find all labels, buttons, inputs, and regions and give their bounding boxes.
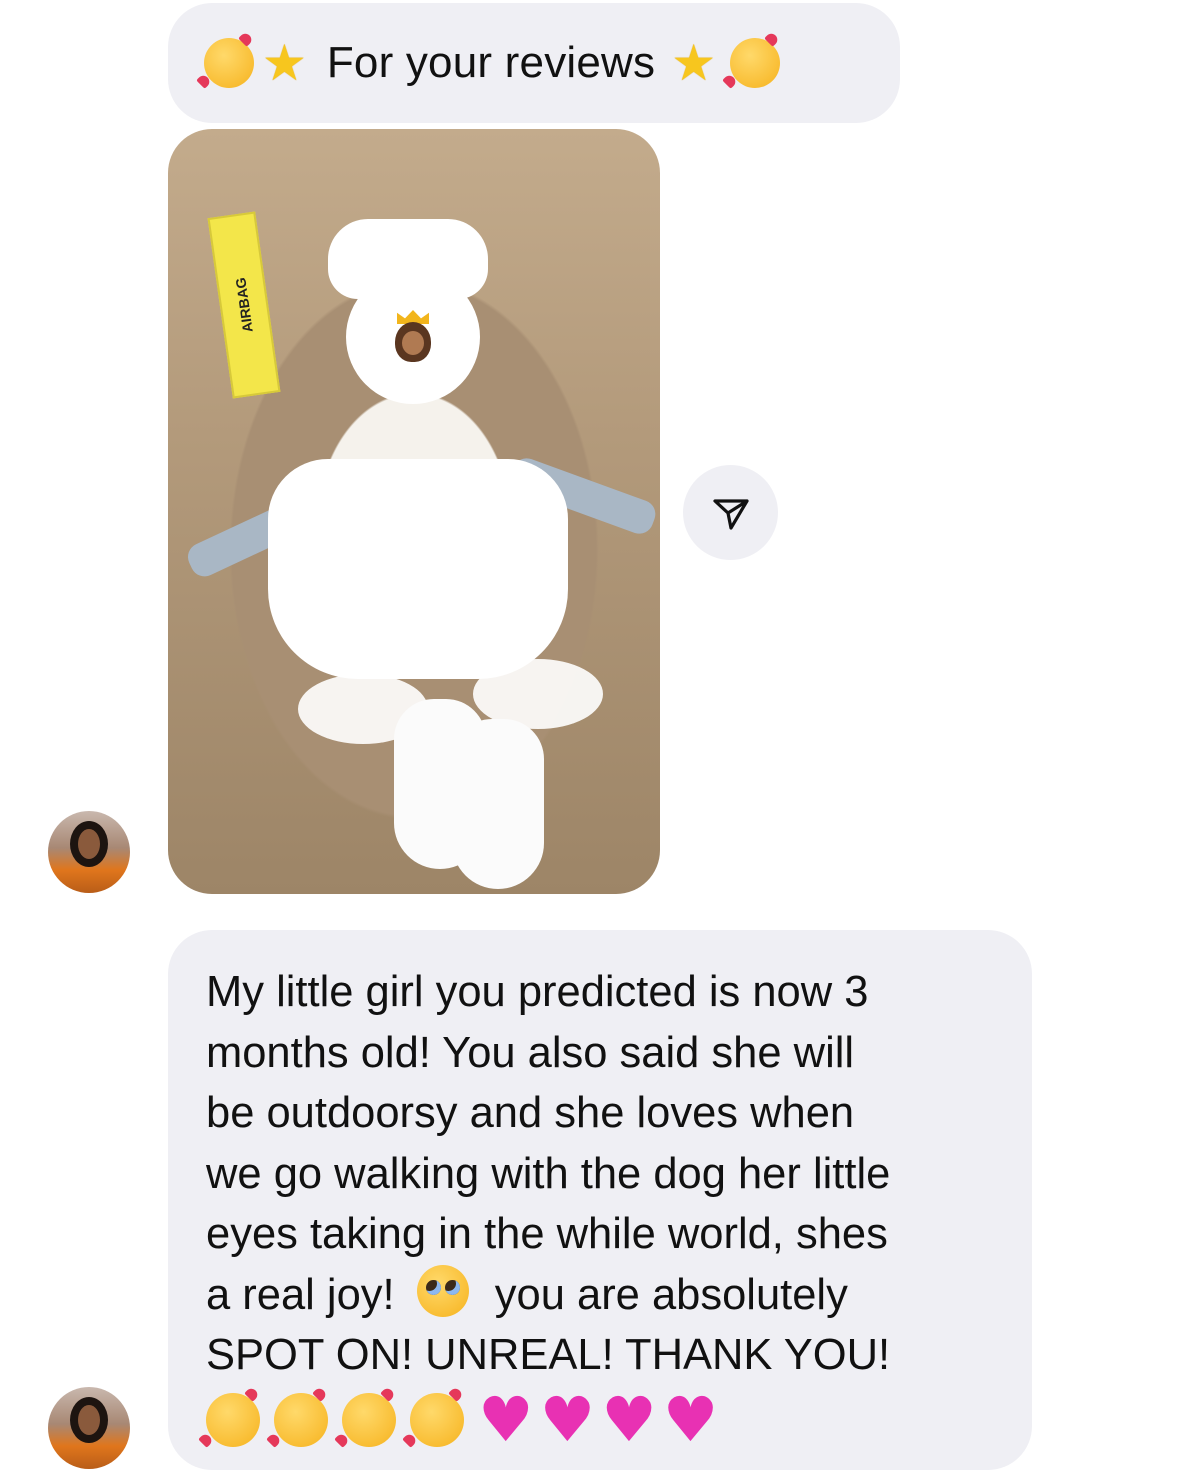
star-icon: ★ bbox=[262, 34, 307, 92]
emoji-row: ♥ ♥ ♥ ♥ bbox=[206, 1388, 996, 1452]
smiling-face-with-hearts-icon bbox=[730, 38, 781, 88]
smiling-face-with-hearts-icon bbox=[410, 1392, 464, 1447]
baby-sock bbox=[452, 719, 544, 889]
message-line-with-emoji: a real joy! you are absolutely bbox=[206, 1264, 996, 1326]
pink-heart-icon: ♥ bbox=[539, 1382, 596, 1456]
message-line: we go walking with the dog her little bbox=[206, 1149, 891, 1198]
paper-plane-icon bbox=[712, 498, 749, 530]
smiling-face-with-hearts-icon bbox=[274, 1392, 328, 1447]
message-text: For your reviews bbox=[326, 38, 656, 87]
message-bubble-thanks[interactable]: My little girl you predicted is now 3 mo… bbox=[168, 930, 1032, 1470]
airbag-label: AIRBAG bbox=[207, 211, 281, 399]
pleading-face-icon bbox=[416, 1264, 469, 1317]
pink-heart-icon: ♥ bbox=[601, 1382, 657, 1456]
shared-photo[interactable]: AIRBAG bbox=[168, 129, 660, 894]
smiling-face-with-hearts-icon bbox=[206, 1392, 260, 1447]
smiling-face-with-hearts-icon bbox=[204, 38, 254, 88]
message-line: My little girl you predicted is now 3 bbox=[206, 968, 869, 1016]
message-text: you are absolutely bbox=[494, 1270, 848, 1319]
message-line: months old! You also said she will bbox=[206, 1028, 855, 1077]
pink-heart-icon: ♥ bbox=[662, 1382, 719, 1456]
message-line: eyes taking in the while world, shes bbox=[206, 1210, 888, 1258]
pink-heart-icon: ♥ bbox=[478, 1382, 534, 1456]
smiling-face-with-hearts-icon bbox=[342, 1392, 396, 1447]
sender-avatar[interactable] bbox=[48, 811, 130, 893]
message-line: be outdoorsy and she loves when bbox=[206, 1089, 855, 1137]
princess-icon bbox=[391, 310, 435, 364]
face-cover-sticker bbox=[346, 270, 480, 404]
sender-avatar[interactable] bbox=[48, 1387, 130, 1469]
message-line: SPOT ON! UNREAL! THANK YOU! bbox=[206, 1331, 891, 1379]
baby-dress bbox=[268, 459, 568, 679]
message-bubble-reviews[interactable]: ★ For your reviews ★ bbox=[168, 3, 900, 123]
star-icon: ★ bbox=[671, 34, 717, 92]
message-text: a real joy! bbox=[206, 1270, 395, 1319]
share-button[interactable] bbox=[683, 465, 778, 560]
